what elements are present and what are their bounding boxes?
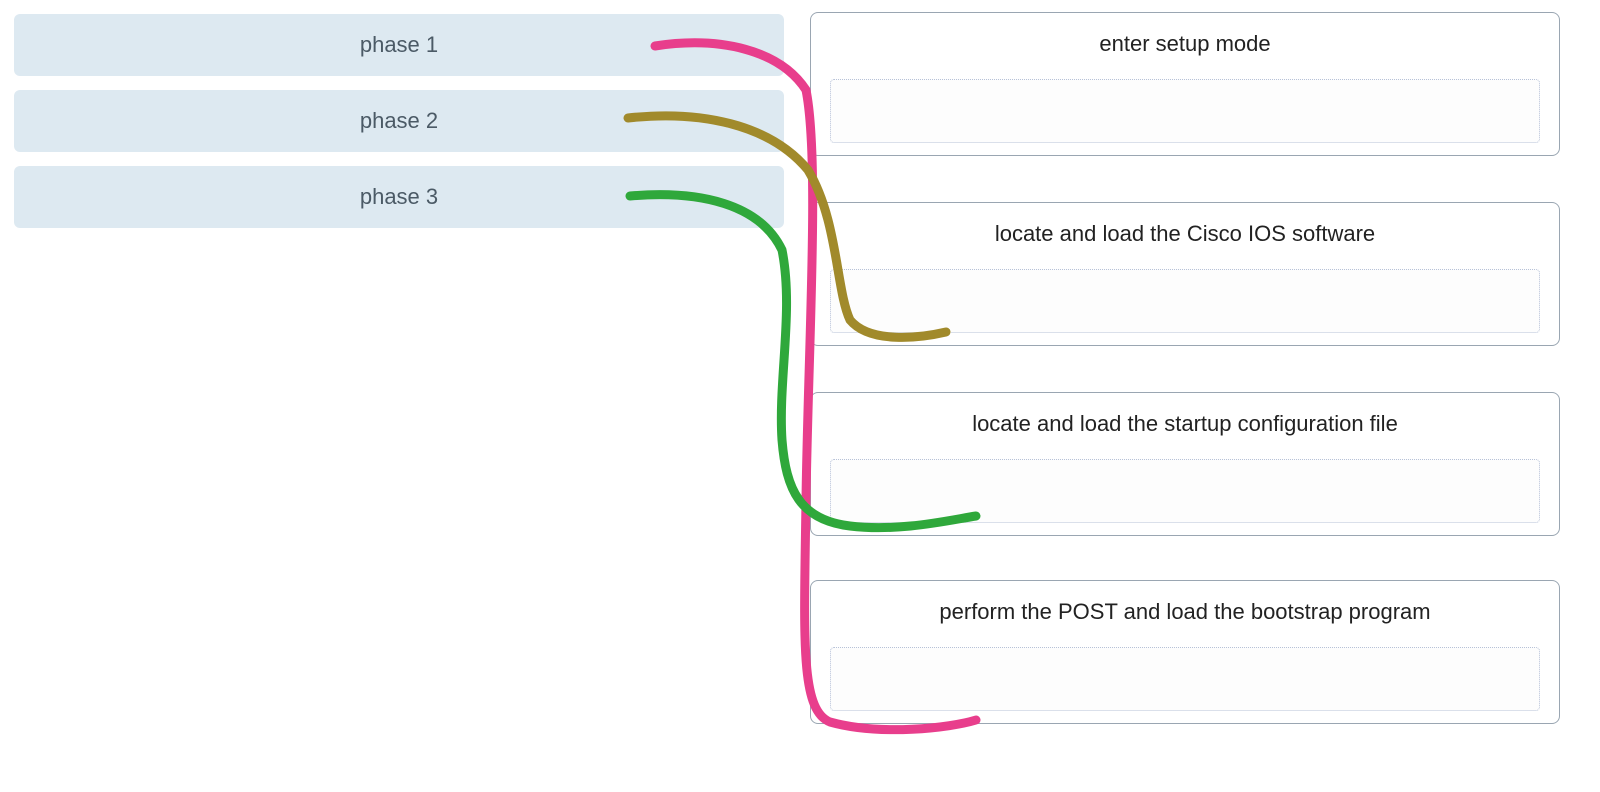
answer-label: locate and load the startup configuratio… xyxy=(972,411,1398,437)
answer-label: perform the POST and load the bootstrap … xyxy=(939,599,1430,625)
answer-label: enter setup mode xyxy=(1099,31,1270,57)
phase-label: phase 1 xyxy=(360,32,438,58)
drop-slot[interactable] xyxy=(830,459,1540,523)
phase-label: phase 3 xyxy=(360,184,438,210)
phase-label: phase 2 xyxy=(360,108,438,134)
answer-box-4: perform the POST and load the bootstrap … xyxy=(810,580,1560,724)
drop-slot[interactable] xyxy=(830,269,1540,333)
answer-box-1: enter setup mode xyxy=(810,12,1560,156)
answer-label: locate and load the Cisco IOS software xyxy=(995,221,1375,247)
drop-slot[interactable] xyxy=(830,79,1540,143)
phase-source-1[interactable]: phase 1 xyxy=(14,14,784,76)
answer-box-2: locate and load the Cisco IOS software xyxy=(810,202,1560,346)
drop-slot[interactable] xyxy=(830,647,1540,711)
phase-source-2[interactable]: phase 2 xyxy=(14,90,784,152)
phase-source-3[interactable]: phase 3 xyxy=(14,166,784,228)
answer-box-3: locate and load the startup configuratio… xyxy=(810,392,1560,536)
